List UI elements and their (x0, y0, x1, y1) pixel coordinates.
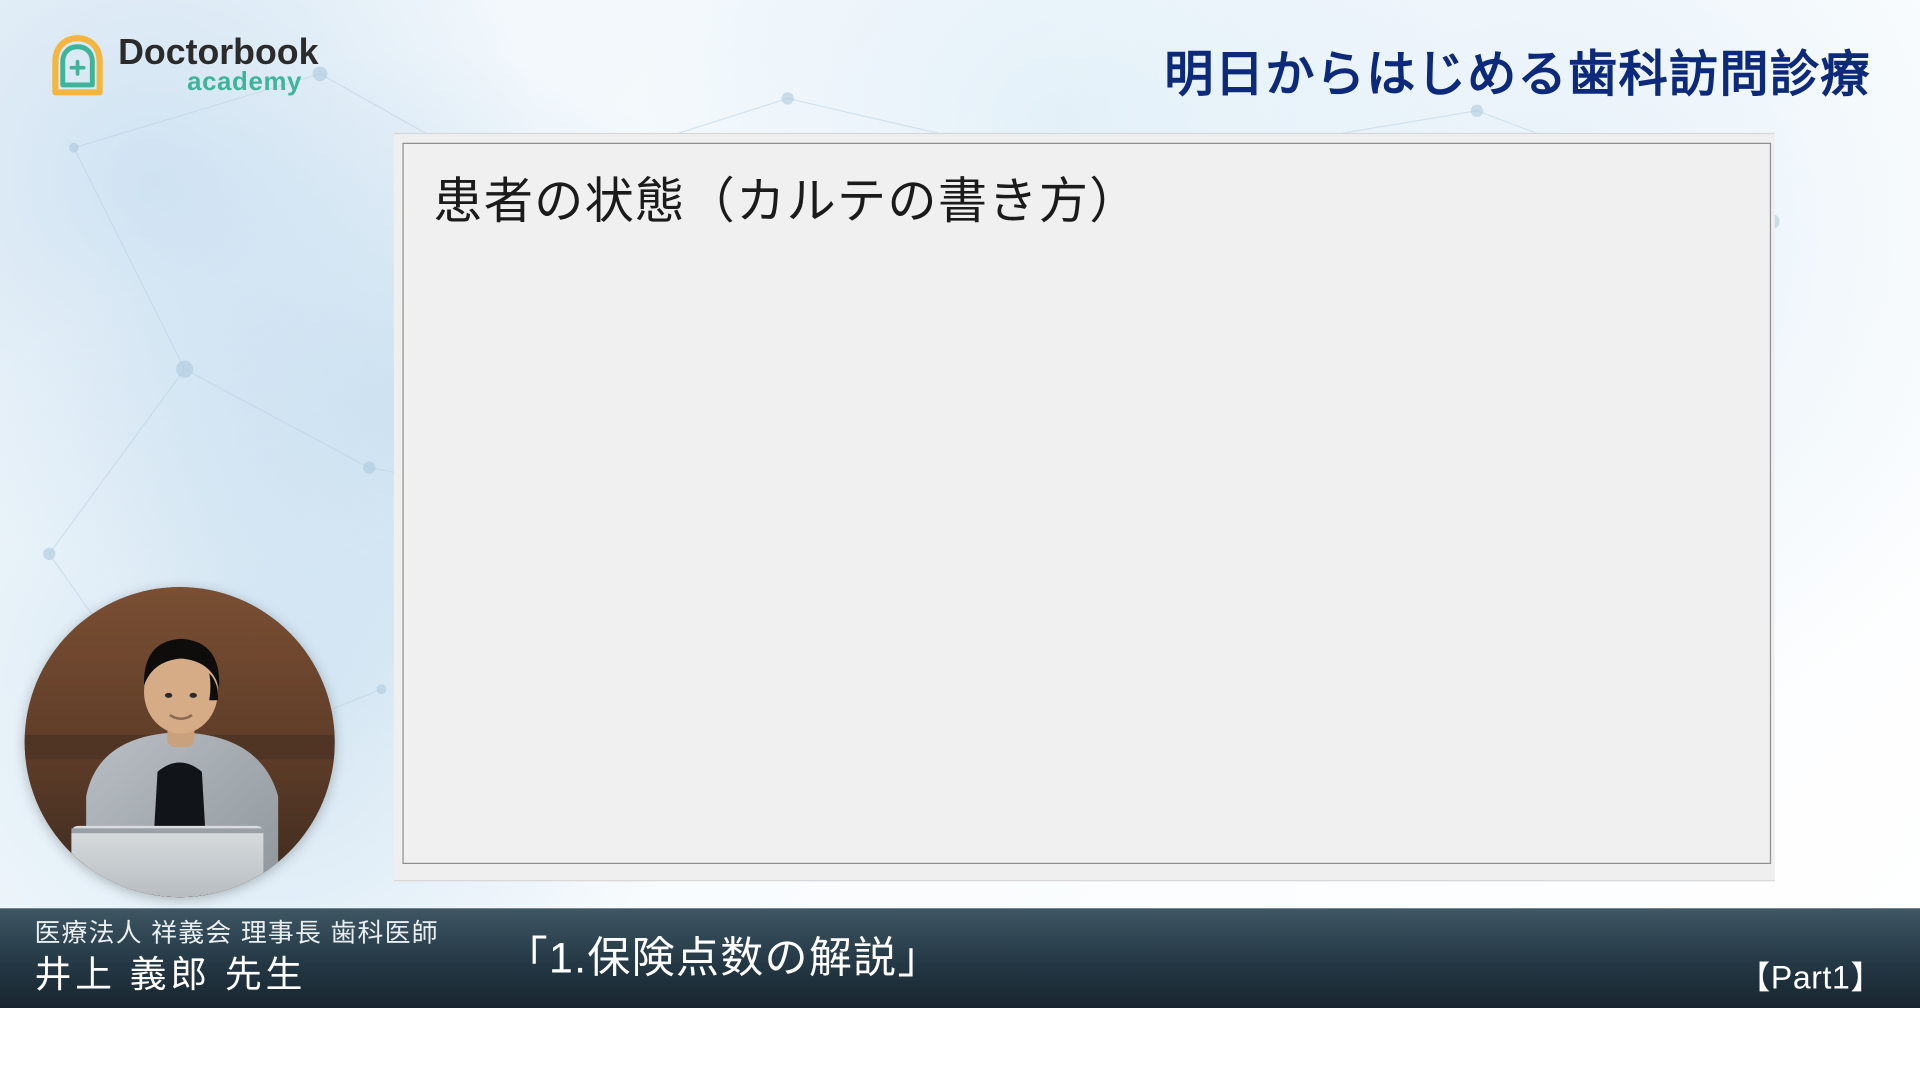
course-title: 明日からはじめる歯科訪問診療 (1164, 34, 1870, 105)
slide-heading: 患者の状態（カルテの書き方） (433, 161, 1740, 232)
section-title: 「1.保険点数の解説」 (505, 923, 942, 986)
caption-bar: 医療法人 祥義会 理事長 歯科医師 井上 義郎 先生 「1.保険点数の解説」 【… (0, 908, 1920, 1008)
arch-plus-icon (49, 35, 106, 97)
brand-logo: Doctorbook academy (49, 34, 318, 96)
presenter-affiliation: 医療法人 祥義会 理事長 歯科医師 (34, 918, 492, 950)
slide-panel: 患者の状態（カルテの書き方） (394, 133, 1775, 881)
presenter-thumbnail (25, 587, 335, 897)
slide-content: 患者の状態（カルテの書き方） (402, 143, 1771, 864)
logo-text-line2: academy (118, 69, 318, 96)
part-label: 【Part1】 (1738, 953, 1883, 999)
logo-text-line1: Doctorbook (118, 34, 318, 71)
presenter-name: 井上 義郎 先生 (34, 952, 492, 998)
